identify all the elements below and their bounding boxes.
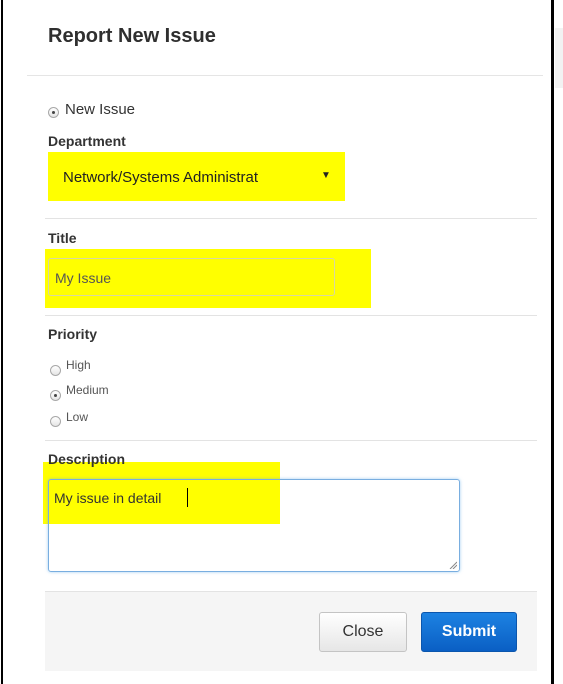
priority-high-label: High bbox=[66, 358, 91, 372]
priority-medium-radio[interactable] bbox=[50, 390, 61, 401]
resize-grip-icon[interactable] bbox=[449, 561, 457, 569]
title-input[interactable]: My Issue bbox=[48, 258, 335, 296]
new-issue-radio[interactable] bbox=[48, 107, 59, 118]
department-selected-value: Network/Systems Administrat bbox=[63, 169, 259, 186]
text-cursor bbox=[187, 488, 188, 507]
section-divider bbox=[45, 440, 537, 441]
background-strip bbox=[555, 28, 563, 88]
priority-low-label: Low bbox=[66, 410, 89, 424]
description-value: My issue in detail bbox=[54, 490, 162, 506]
priority-medium-label: Medium bbox=[66, 383, 109, 397]
dialog-title: Report New Issue bbox=[48, 25, 216, 47]
title-input-value: My Issue bbox=[55, 270, 112, 286]
department-label: Department bbox=[48, 133, 126, 149]
description-textarea[interactable]: My issue in detail bbox=[48, 479, 460, 572]
section-divider bbox=[45, 315, 537, 316]
window-left-border bbox=[1, 0, 3, 684]
priority-high-radio[interactable] bbox=[50, 365, 61, 376]
chevron-down-icon: ▼ bbox=[321, 170, 331, 181]
close-button[interactable]: Close bbox=[319, 612, 407, 652]
title-label: Title bbox=[48, 230, 77, 246]
department-select[interactable]: Network/Systems Administrat ▼ bbox=[53, 160, 335, 194]
priority-label: Priority bbox=[48, 326, 98, 342]
description-label: Description bbox=[48, 451, 126, 467]
priority-low-radio[interactable] bbox=[50, 416, 61, 427]
section-divider bbox=[45, 218, 537, 219]
submit-button[interactable]: Submit bbox=[421, 612, 517, 652]
new-issue-label: New Issue bbox=[65, 101, 136, 118]
screenshot-canvas: Report New Issue New Issue Department Ne… bbox=[0, 0, 563, 684]
window-right-border bbox=[551, 0, 554, 684]
header-divider bbox=[27, 75, 543, 76]
